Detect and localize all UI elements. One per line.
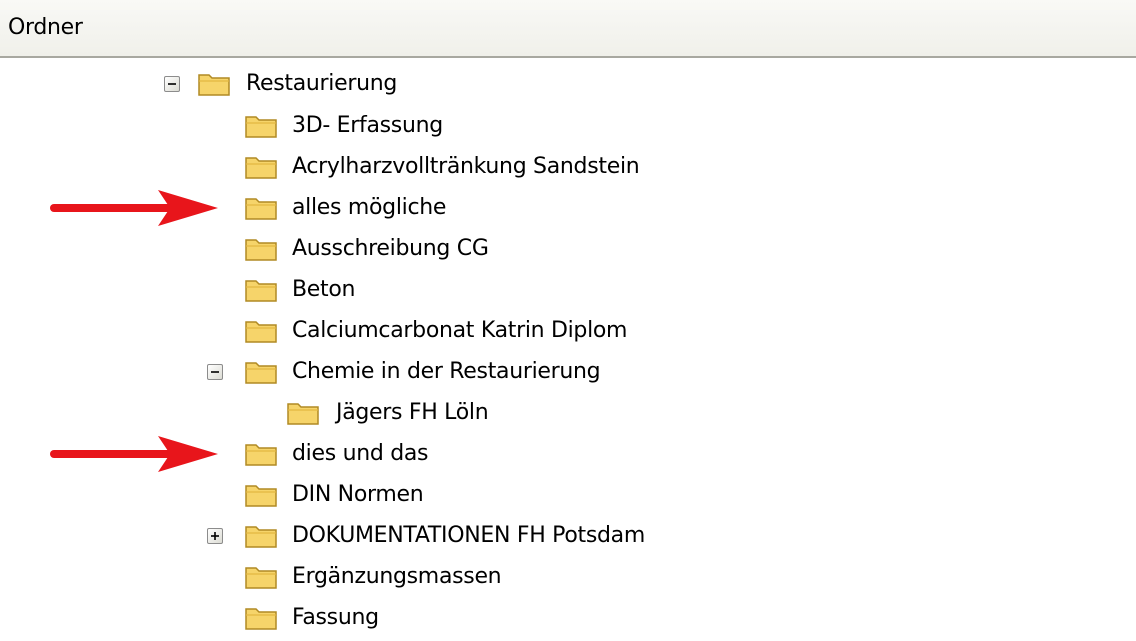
folder-icon (244, 317, 278, 345)
folder-icon (244, 481, 278, 509)
folder-icon (244, 604, 278, 632)
red-arrow-icon (50, 432, 220, 480)
tree-item-alles-moegliche[interactable]: alles mögliche (292, 194, 446, 222)
folder-icon (286, 399, 320, 427)
tree-item-acrylharzvolltraenkung[interactable]: Acrylharzvolltränkung Sandstein (292, 153, 640, 181)
tree-item-restaurierung[interactable]: Restaurierung (246, 70, 397, 98)
tree-item-din-normen[interactable]: DIN Normen (292, 481, 424, 509)
tree-item-ausschreibung-cg[interactable]: Ausschreibung CG (292, 235, 489, 263)
folder-icon (244, 522, 278, 550)
tree-item-ergaenzungsmassen[interactable]: Ergänzungsmassen (292, 563, 502, 591)
collapse-chemie-icon[interactable] (207, 364, 223, 380)
red-arrow-icon (50, 186, 220, 234)
tree-item-beton[interactable]: Beton (292, 276, 355, 304)
folder-icon (244, 153, 278, 181)
tree-item-fassung[interactable]: Fassung (292, 604, 379, 632)
collapse-restaurierung-icon[interactable] (164, 76, 180, 92)
folder-icon (244, 358, 278, 386)
folder-icon (244, 563, 278, 591)
tree-item-3d-erfassung[interactable]: 3D- Erfassung (292, 112, 443, 140)
folder-icon (244, 440, 278, 468)
folder-icon (244, 112, 278, 140)
folder-icon (244, 235, 278, 263)
folders-pane-header: Ordner (0, 0, 1136, 58)
tree-item-jaegers-fh-loeln[interactable]: Jägers FH Löln (336, 399, 489, 427)
tree-item-dies-und-das[interactable]: dies und das (292, 440, 429, 468)
tree-item-dokumentationen[interactable]: DOKUMENTATIONEN FH Potsdam (292, 522, 645, 550)
folder-icon (244, 276, 278, 304)
tree-item-calciumcarbonat[interactable]: Calciumcarbonat Katrin Diplom (292, 317, 628, 345)
folder-icon (244, 194, 278, 222)
pane-title: Ordner (8, 15, 83, 40)
folder-icon (197, 70, 231, 98)
tree-item-chemie[interactable]: Chemie in der Restaurierung (292, 358, 601, 386)
expand-dokumentationen-icon[interactable] (207, 528, 223, 544)
